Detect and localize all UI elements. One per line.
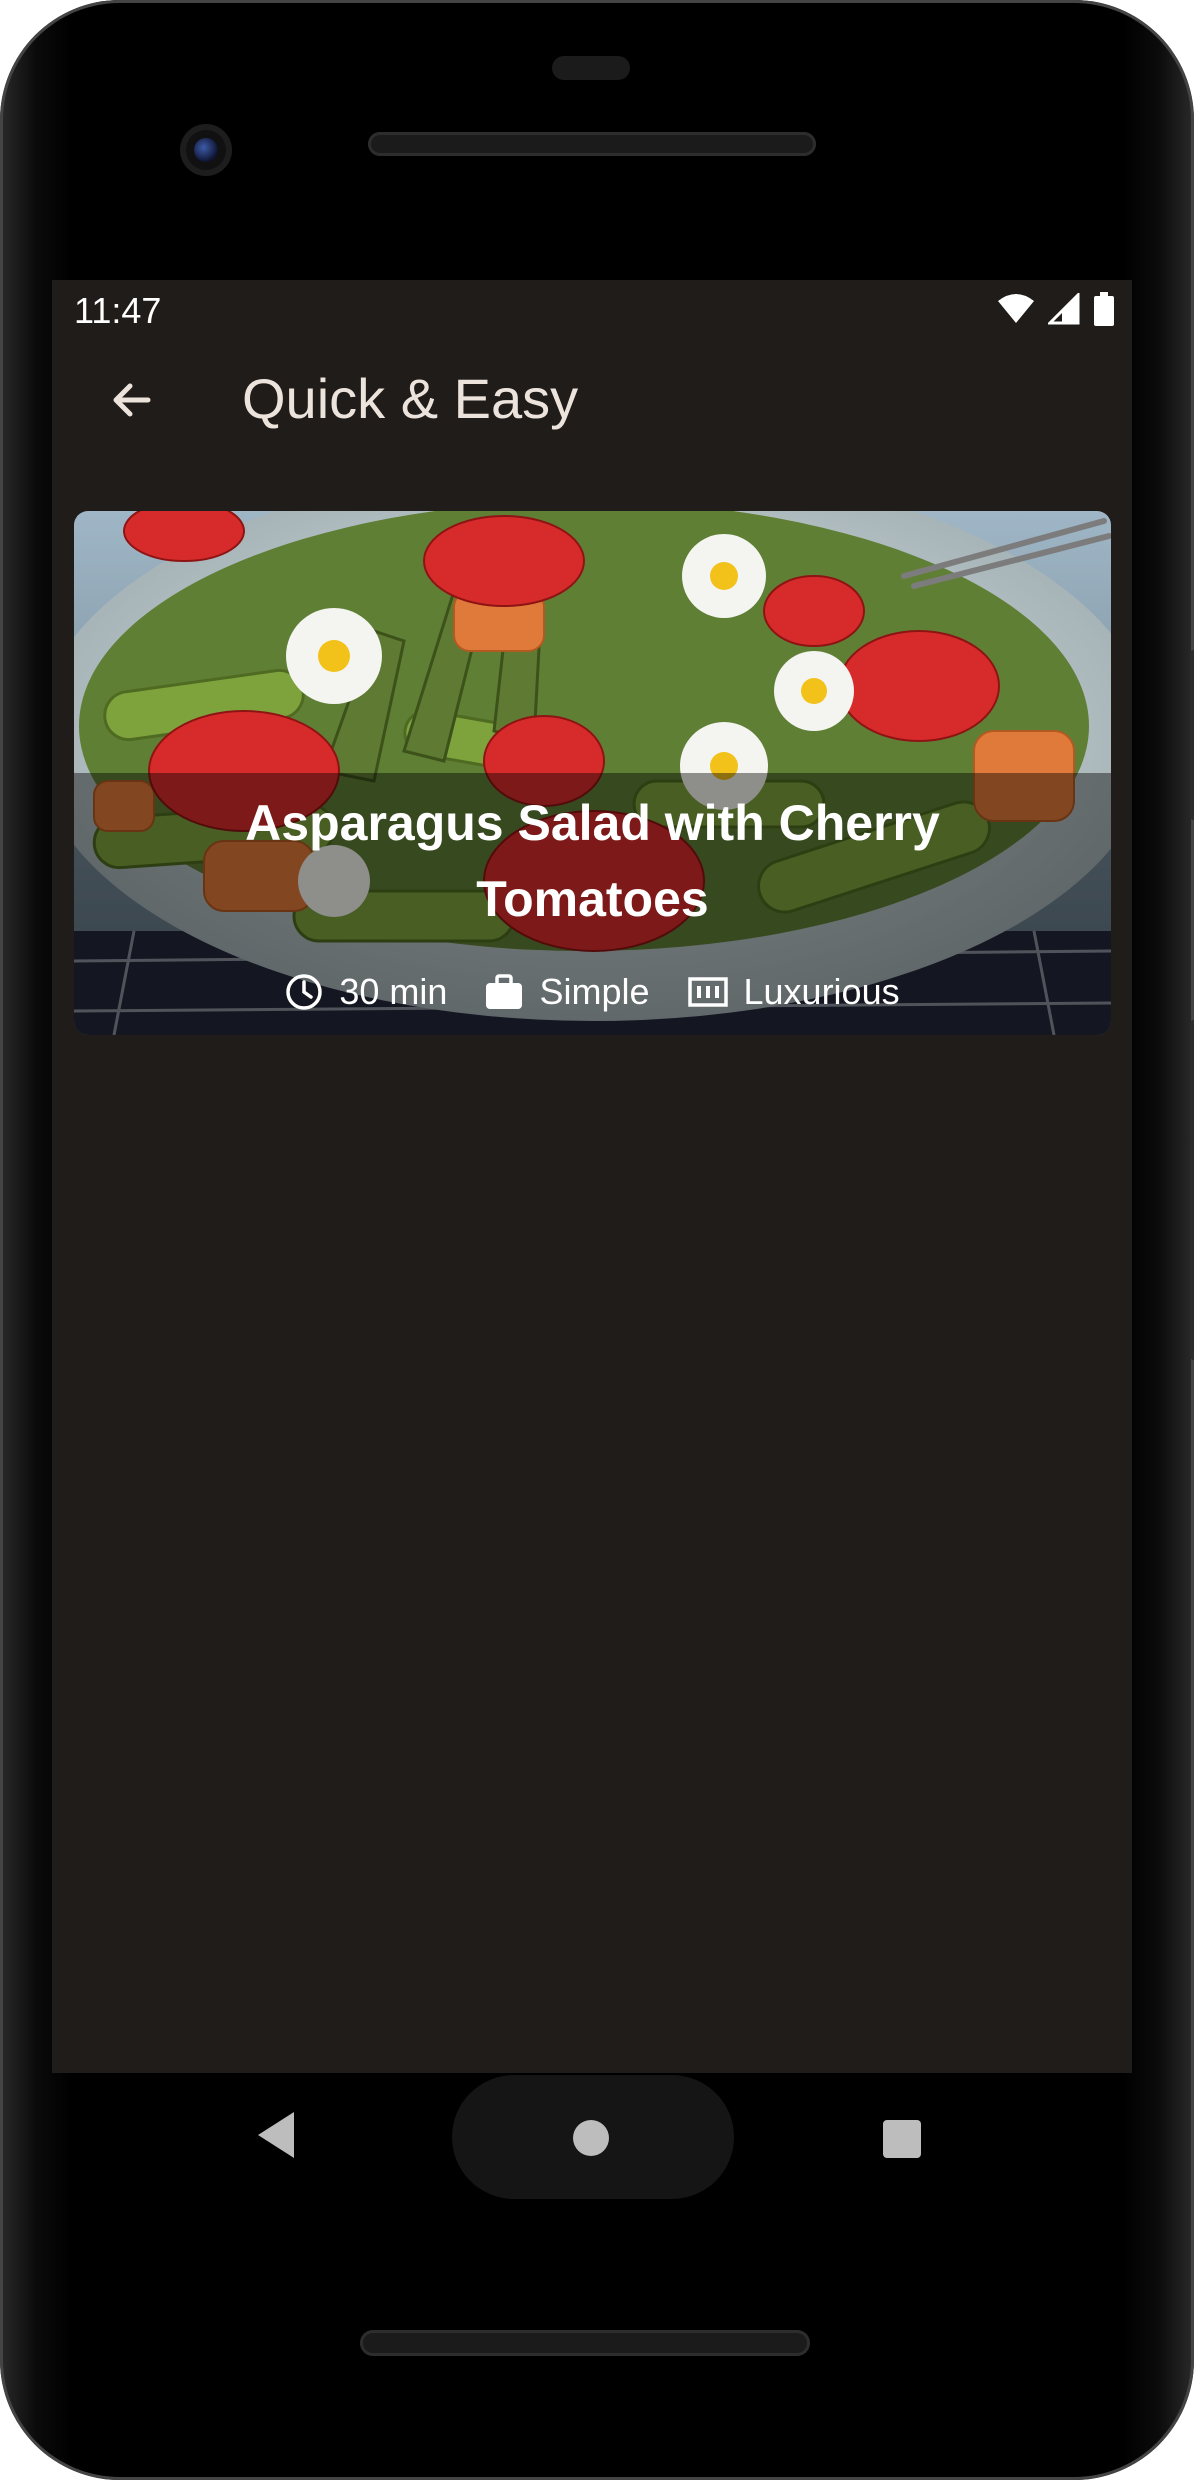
clock-icon [286, 974, 323, 1010]
power-button [1190, 650, 1194, 820]
phone-frame: 11:47 Quick & Easy Asparagus Salad with … [0, 0, 1194, 2480]
earpiece-speaker [368, 132, 816, 156]
arrow-back-icon [113, 383, 151, 417]
battery-icon [1094, 292, 1114, 326]
volume-button [1190, 1020, 1194, 1360]
status-icons [998, 292, 1114, 326]
signal-icon [1048, 293, 1080, 325]
status-bar: 11:47 [52, 280, 1132, 340]
nav-recents-icon[interactable] [883, 2120, 921, 2158]
money-icon [687, 977, 728, 1007]
nav-back-icon[interactable] [256, 2110, 296, 2160]
affordability-item: Luxurious [687, 971, 900, 1013]
duration-item: 30 min [285, 971, 447, 1013]
page-title: Quick & Easy [242, 367, 579, 430]
meal-card[interactable]: Asparagus Salad with Cherry Tomatoes 30 … [74, 511, 1111, 1035]
complexity-label: Simple [539, 971, 650, 1012]
affordability-label: Luxurious [743, 971, 900, 1012]
bottom-speaker [360, 2330, 810, 2356]
back-button[interactable] [92, 360, 172, 440]
duration-label: 30 min [339, 971, 448, 1012]
sensor-slot [552, 56, 630, 80]
meal-meta: 30 min Simple Luxurious [74, 971, 1111, 1013]
app-bar: Quick & Easy [52, 340, 1132, 460]
meal-title: Asparagus Salad with Cherry Tomatoes [245, 795, 940, 927]
front-camera [180, 124, 232, 176]
briefcase-icon [486, 974, 523, 1009]
status-time: 11:47 [74, 290, 162, 331]
nav-home-icon[interactable] [573, 2120, 609, 2156]
complexity-item: Simple [485, 971, 650, 1013]
screen: 11:47 Quick & Easy Asparagus Salad with … [52, 280, 1132, 2073]
wifi-icon [998, 294, 1034, 323]
